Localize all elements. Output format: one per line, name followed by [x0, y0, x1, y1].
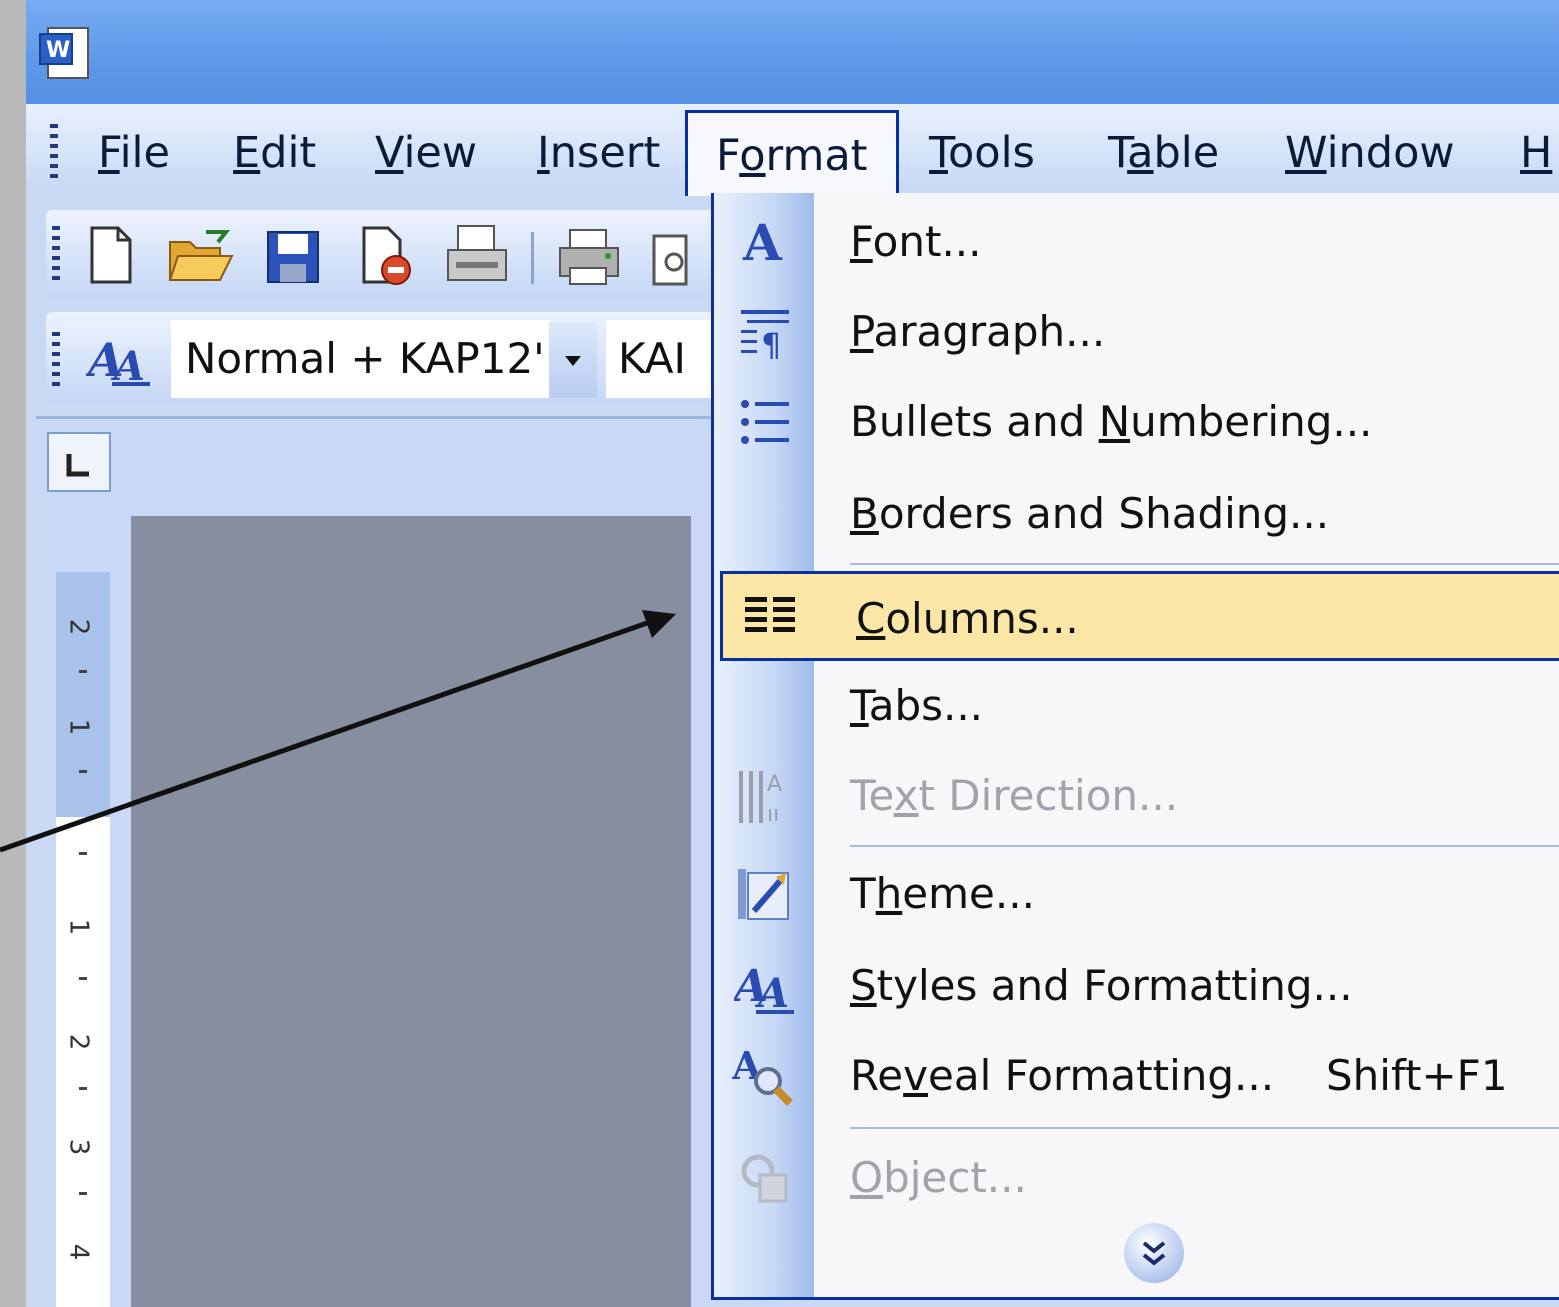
- menu-item-paragraph[interactable]: ¶ Paragraph...: [714, 287, 1559, 377]
- menu-item-theme[interactable]: Theme...: [714, 849, 1559, 939]
- menu-separator: [850, 563, 1559, 565]
- ruler-tick: [79, 670, 87, 673]
- font-combobox[interactable]: KAI: [606, 320, 726, 398]
- word-app-icon[interactable]: W: [38, 24, 94, 82]
- menu-item-styles-formatting[interactable]: A A Styles and Formatting...: [714, 941, 1559, 1031]
- menu-format[interactable]: Format: [685, 110, 899, 196]
- menu-view[interactable]: View: [375, 124, 477, 182]
- ruler-label: 3: [63, 1138, 94, 1156]
- ruler-tick: [79, 1087, 87, 1090]
- style-combobox[interactable]: Normal + KAP12': [171, 320, 551, 398]
- theme-icon: [732, 861, 798, 927]
- formatting-toolbar-grip[interactable]: [52, 332, 60, 388]
- ruler-tick: [79, 852, 87, 855]
- toolbar-grip[interactable]: [52, 226, 60, 282]
- title-bar: W: [26, 0, 1559, 104]
- bullets-icon: [732, 389, 798, 455]
- menu-item-bullets-numbering[interactable]: Bullets and Numbering...: [714, 377, 1559, 467]
- ruler-margin-shade: [56, 572, 110, 817]
- print-icon[interactable]: [556, 226, 622, 288]
- styles-and-formatting-icon[interactable]: A A: [86, 330, 152, 388]
- menu-item-font[interactable]: A Font...: [714, 197, 1559, 287]
- menubar-grip[interactable]: [50, 124, 58, 182]
- svg-text:A: A: [767, 772, 782, 797]
- print-preview-icon[interactable]: [650, 232, 690, 288]
- expand-menu-chevron-icon[interactable]: [1124, 1223, 1184, 1283]
- menu-separator: [850, 1127, 1559, 1129]
- menu-window[interactable]: Window: [1285, 124, 1455, 182]
- menu-separator: [850, 845, 1559, 847]
- svg-text:ıı: ıı: [767, 802, 779, 827]
- ruler-label: 1: [63, 718, 94, 736]
- document-page[interactable]: [131, 516, 691, 1307]
- open-folder-icon[interactable]: [166, 228, 236, 286]
- paragraph-icon: ¶: [732, 299, 798, 365]
- menu-tools[interactable]: Tools: [929, 124, 1035, 182]
- toolbar-separator: [531, 232, 534, 284]
- style-dropdown-arrow-icon[interactable]: [549, 322, 597, 398]
- reveal-formatting-shortcut: Shift+F1: [1326, 1051, 1508, 1100]
- svg-text:¶: ¶: [761, 326, 781, 360]
- menu-file[interactable]: File: [98, 124, 170, 182]
- menu-item-text-direction: A ıı Text Direction...: [714, 751, 1559, 841]
- menu-edit[interactable]: Edit: [233, 124, 316, 182]
- menu-help[interactable]: H: [1520, 124, 1552, 182]
- format-menu: A Font... ¶ Paragraph... Bullets and Num…: [711, 193, 1559, 1300]
- menu-item-columns[interactable]: Columns...: [720, 571, 1559, 661]
- svg-text:A: A: [742, 214, 783, 270]
- menu-item-tabs[interactable]: Tabs...: [714, 661, 1559, 751]
- font-icon: A: [732, 209, 798, 275]
- save-icon[interactable]: [264, 228, 322, 286]
- ruler-label: 4: [63, 1243, 94, 1261]
- vertical-ruler[interactable]: 2 1 1 2 3 4: [56, 572, 110, 1307]
- ruler-tick: [79, 1192, 87, 1195]
- email-icon[interactable]: [444, 222, 510, 288]
- word-window: W File Edit View Insert Format Tools Tab…: [26, 0, 1559, 1307]
- styles-icon: A A: [732, 953, 798, 1019]
- svg-text:A: A: [754, 970, 789, 1017]
- svg-text:A: A: [110, 343, 145, 388]
- menu-item-reveal-formatting[interactable]: A Reveal Formatting... Shift+F1: [714, 1031, 1559, 1121]
- left-tab-icon: [66, 454, 89, 477]
- text-direction-icon: A ıı: [732, 763, 798, 829]
- menu-item-borders-shading[interactable]: Borders and Shading...: [714, 469, 1559, 559]
- menu-table[interactable]: Table: [1108, 124, 1219, 182]
- tab-selector[interactable]: [47, 432, 111, 492]
- ruler-label: 2: [63, 1033, 94, 1051]
- ruler-tick: [79, 770, 87, 773]
- columns-icon: [738, 586, 804, 652]
- svg-text:W: W: [46, 38, 70, 63]
- permission-icon[interactable]: [358, 224, 416, 288]
- menu-item-object: Object...: [714, 1133, 1559, 1223]
- object-icon: [732, 1145, 798, 1211]
- ruler-label: 2: [63, 618, 94, 636]
- ruler-tick: [79, 977, 87, 980]
- new-document-icon[interactable]: [86, 224, 136, 286]
- menu-insert[interactable]: Insert: [537, 124, 660, 182]
- ruler-label: 1: [63, 918, 94, 936]
- reveal-formatting-icon: A: [732, 1043, 798, 1109]
